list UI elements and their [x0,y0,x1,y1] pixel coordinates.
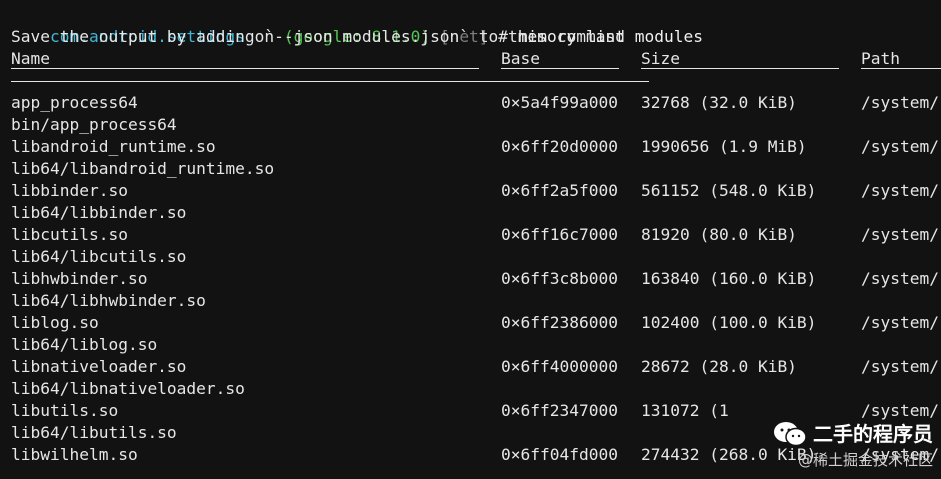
module-path-wrap: lib64/libcutils.so [11,247,187,266]
module-size: 81920 (80.0 KiB) [641,225,797,244]
module-path: /system/ [861,181,939,200]
module-size: 32768 (32.0 KiB) [641,93,797,112]
rule-continuation [11,70,941,92]
watermark-subtitle: @稀土掘金技术社区 [797,451,933,469]
table-row: libcutils.so 0×6ff16c7000 81920 (80.0 KiB)… [11,224,941,246]
table-row: liblog.so 0×6ff2386000 102400 (100.0 KiB) /… [11,312,941,334]
rule-base [501,68,619,69]
table-row: libbinder.so 0×6ff2a5f000 561152 (548.0 Ki… [11,180,941,202]
module-size: 102400 (100.0 KiB) [641,313,817,332]
module-base: 0×6ff2386000 [501,313,618,332]
module-path-wrap: lib64/libhwbinder.so [11,291,206,310]
header-name: Name [11,49,50,68]
module-name: libnativeloader.so [11,357,187,376]
module-path-wrap: bin/app_process64 [11,115,177,134]
table-row: libhwbinder.so 0×6ff3c8b000 163840 (160.0 … [11,268,941,290]
module-name: libbinder.so [11,181,128,200]
table-header: Name Base Size Path [11,48,941,70]
table-row: libandroid_runtime.so 0×6ff20d0000 1990656… [11,136,941,158]
module-name: liblog.so [11,313,99,332]
terminal[interactable]: com.android.settings on (google: 8.1.0) … [11,4,941,466]
module-name: libhwbinder.so [11,269,148,288]
module-name: libandroid_runtime.so [11,137,216,156]
module-path-wrap: lib64/libbinder.so [11,203,187,222]
module-size: 131072 (1 [641,401,729,420]
module-path: /system/ [861,137,939,156]
module-base: 0×6ff2a5f000 [501,181,618,200]
watermark-title: 二手的程序员 [813,422,933,446]
module-path: /system/ [861,225,939,244]
module-size: 163840 (160.0 KiB) [641,269,817,288]
module-name: libwilhelm.so [11,445,138,464]
module-base: 0×6ff16c7000 [501,225,618,244]
module-base: 0×6ff20d0000 [501,137,618,156]
wechat-icon [773,421,807,447]
module-size: 28672 (28.0 KiB) [641,357,797,376]
module-name: libutils.so [11,401,119,420]
header-size: Size [641,49,680,68]
module-size: 1990656 (1.9 MiB) [641,137,807,156]
prompt-line: com.android.settings on (google: 8.1.0) … [11,4,941,46]
table-row: libutils.so 0×6ff2347000 131072 (1/system/ [11,400,941,422]
module-path: /system/ [861,269,939,288]
module-name: app_process64 [11,93,138,112]
module-base: 0×5a4f99a000 [501,93,618,112]
module-path: /system/ [861,313,939,332]
module-base: 0×6ff3c8b000 [501,269,618,288]
watermark-top: 二手的程序员 [773,421,933,447]
module-path-wrap: lib64/libandroid_runtime.so [11,159,275,178]
module-path: /system/ [861,93,939,112]
module-path: /system/ [861,401,939,420]
table-row: app_process64 0×5a4f99a000 32768 (32.0 KiB… [11,92,941,114]
module-base: 0×6ff2347000 [501,401,618,420]
rule-wrap [11,81,649,82]
hint-line: Save the output by adding `--json module… [11,27,625,46]
rule-name [11,68,479,69]
header-path: Path [861,49,900,68]
module-rows: app_process64 0×5a4f99a000 32768 (32.0 KiB… [11,92,941,466]
header-base: Base [501,49,540,68]
module-path: /system/ [861,357,939,376]
table-row: libnativeloader.so 0×6ff4000000 28672 (28.… [11,356,941,378]
module-path-wrap: lib64/libnativeloader.so [11,379,245,398]
module-base: 0×6ff04fd000 [501,445,618,464]
module-base: 0×6ff4000000 [501,357,618,376]
module-name: libcutils.so [11,225,128,244]
rule-size [641,68,839,69]
rule-path [861,68,941,69]
module-path-wrap: lib64/liblog.so [11,335,158,354]
module-size: 561152 (548.0 KiB) [641,181,817,200]
watermark: 二手的程序员 @稀土掘金技术社区 [773,421,933,471]
